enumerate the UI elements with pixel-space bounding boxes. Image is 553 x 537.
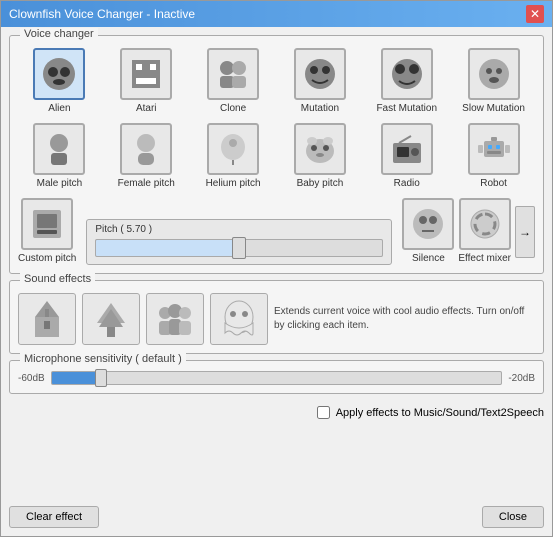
- voice-item-atari[interactable]: Atari: [105, 46, 188, 117]
- footer: Clear effect Close: [1, 500, 552, 536]
- silence-effect-group: Silence Effect mixer →: [402, 198, 535, 265]
- sound-effect-crowd[interactable]: [146, 293, 204, 345]
- voice-icon-fast-mutation: [381, 48, 433, 100]
- voice-label-clone: Clone: [220, 103, 246, 115]
- voice-item-radio[interactable]: Radio: [365, 121, 448, 192]
- voice-item-baby-pitch[interactable]: Baby pitch: [279, 121, 362, 192]
- mic-sensitivity-slider[interactable]: [51, 371, 503, 385]
- mic-max-label: -20dB: [508, 373, 535, 384]
- close-button[interactable]: Close: [482, 506, 544, 528]
- sound-effects-description: Extends current voice with cool audio ef…: [274, 305, 535, 333]
- voice-icon-effect-mixer: [459, 198, 511, 250]
- pitch-value-label: Pitch ( 5.70 ): [95, 224, 383, 235]
- voice-changer-label: Voice changer: [20, 28, 98, 40]
- voice-icon-baby-pitch: [294, 123, 346, 175]
- window-close-button[interactable]: ✕: [526, 5, 544, 23]
- voice-icon-atari: [120, 48, 172, 100]
- voice-label-fast-mutation: Fast Mutation: [376, 103, 437, 115]
- voice-item-male-pitch[interactable]: Male pitch: [18, 121, 101, 192]
- voice-label-robot: Robot: [480, 178, 507, 190]
- voice-icon-radio: [381, 123, 433, 175]
- main-content: Voice changer Alien Atari: [1, 27, 552, 500]
- voice-icon-clone: [207, 48, 259, 100]
- voice-label-female-pitch: Female pitch: [118, 178, 175, 190]
- voice-label-radio: Radio: [394, 178, 420, 190]
- sound-effect-ghost[interactable]: [210, 293, 268, 345]
- voice-item-helium-pitch[interactable]: Helium pitch: [192, 121, 275, 192]
- sound-effects-group: Sound effects Extends current voice with…: [9, 280, 544, 354]
- pitch-slider[interactable]: [95, 239, 383, 257]
- title-bar: Clownfish Voice Changer - Inactive ✕: [1, 1, 552, 27]
- pitch-box: Pitch ( 5.70 ): [86, 219, 392, 265]
- voice-item-robot[interactable]: Robot: [452, 121, 535, 192]
- effect-mixer-item[interactable]: Effect mixer: [458, 198, 511, 265]
- voice-item-fast-mutation[interactable]: Fast Mutation: [365, 46, 448, 117]
- pitch-control: Pitch ( 5.70 ): [86, 219, 392, 265]
- voice-icon-robot: [468, 123, 520, 175]
- sound-effect-forest[interactable]: [82, 293, 140, 345]
- voice-icon-mutation: [294, 48, 346, 100]
- voice-item-alien[interactable]: Alien: [18, 46, 101, 117]
- voice-label-atari: Atari: [136, 103, 157, 115]
- voice-item-female-pitch[interactable]: Female pitch: [105, 121, 188, 192]
- voice-item-slow-mutation[interactable]: Slow Mutation: [452, 46, 535, 117]
- voice-label-effect-mixer: Effect mixer: [458, 253, 511, 265]
- clear-effect-button[interactable]: Clear effect: [9, 506, 99, 528]
- voice-changer-group: Voice changer Alien Atari: [9, 35, 544, 274]
- microphone-group-label: Microphone sensitivity ( default ): [20, 353, 186, 365]
- voice-icon-alien: [33, 48, 85, 100]
- sound-effect-church[interactable]: [18, 293, 76, 345]
- voice-item-clone[interactable]: Clone: [192, 46, 275, 117]
- voice-icon-slow-mutation: [468, 48, 520, 100]
- voice-icon-female-pitch: [120, 123, 172, 175]
- expand-arrow-button[interactable]: →: [515, 206, 535, 258]
- voice-label-helium-pitch: Helium pitch: [206, 178, 261, 190]
- voice-icon-silence: [402, 198, 454, 250]
- sound-effects-content: Extends current voice with cool audio ef…: [18, 293, 535, 345]
- apply-effects-checkbox[interactable]: [317, 406, 330, 419]
- checkbox-row: Apply effects to Music/Sound/Text2Speech: [9, 406, 544, 419]
- voice-icon-male-pitch: [33, 123, 85, 175]
- mic-sensitivity-row: -60dB -20dB: [18, 371, 535, 385]
- voice-label-silence: Silence: [412, 253, 445, 265]
- voice-label-male-pitch: Male pitch: [37, 178, 83, 190]
- apply-effects-label: Apply effects to Music/Sound/Text2Speech: [336, 407, 544, 419]
- voice-label-alien: Alien: [48, 103, 70, 115]
- voice-icon-helium-pitch: [207, 123, 259, 175]
- main-window: Clownfish Voice Changer - Inactive ✕ Voi…: [0, 0, 553, 537]
- voice-icon-custom-pitch: [21, 198, 73, 250]
- voice-grid: Alien Atari Clone: [18, 46, 535, 192]
- window-title: Clownfish Voice Changer - Inactive: [9, 7, 195, 21]
- voice-label-mutation: Mutation: [301, 103, 339, 115]
- voice-label-slow-mutation: Slow Mutation: [462, 103, 525, 115]
- mic-min-label: -60dB: [18, 373, 45, 384]
- custom-pitch-item[interactable]: Custom pitch: [18, 198, 76, 265]
- voice-label-custom-pitch: Custom pitch: [18, 253, 76, 265]
- voice-item-mutation[interactable]: Mutation: [279, 46, 362, 117]
- sound-effects-label: Sound effects: [20, 273, 95, 285]
- voice-label-baby-pitch: Baby pitch: [297, 178, 344, 190]
- silence-item[interactable]: Silence: [402, 198, 454, 265]
- microphone-group: Microphone sensitivity ( default ) -60dB…: [9, 360, 544, 394]
